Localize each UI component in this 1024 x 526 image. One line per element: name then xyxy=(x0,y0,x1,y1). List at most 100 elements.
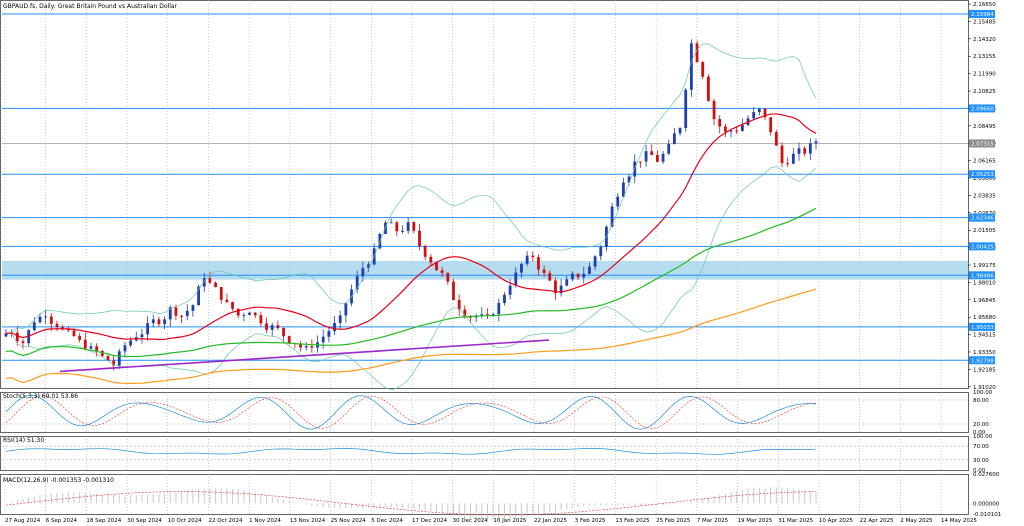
candle-body xyxy=(123,345,127,352)
candle-body xyxy=(571,273,574,280)
price-tag-label: 1.95033 xyxy=(971,325,994,331)
candle-body xyxy=(769,117,773,133)
price-tag-label: 1.92798 xyxy=(971,358,994,364)
candle-body xyxy=(32,322,36,331)
candle-body xyxy=(248,312,251,315)
price-tick-label: 1.94515 xyxy=(973,333,996,339)
candle-body xyxy=(15,332,19,342)
candle-body xyxy=(231,302,234,309)
candle-body xyxy=(265,323,268,330)
candle-body xyxy=(599,246,603,257)
indicator-tick-label: 100.00 xyxy=(973,434,993,440)
macd-title: MACD(12,26,9) -0.001353 -0.001310 xyxy=(3,477,114,484)
candle-body xyxy=(701,62,705,77)
candle-body xyxy=(514,272,518,286)
indicator-tick-label: 20.00 xyxy=(973,422,989,428)
price-tick-label: 2.14320 xyxy=(973,37,996,43)
price-tag-label: 2.07315 xyxy=(971,141,994,147)
candle-body xyxy=(780,145,784,164)
candle-body xyxy=(304,346,308,348)
time-tick-label: 2 May 2025 xyxy=(900,518,933,524)
candle-body xyxy=(282,328,285,337)
candle-body xyxy=(395,222,399,232)
candle-body xyxy=(219,287,223,300)
candle-body xyxy=(270,325,274,330)
price-tick-label: 2.01505 xyxy=(973,228,996,234)
candle-body xyxy=(786,163,790,165)
candle-body xyxy=(66,329,70,331)
chart-window[interactable]: 2.16650 2.15485 2.14320 2.13155 2.11990 2.108… xyxy=(0,0,1024,526)
candle-body xyxy=(83,339,87,349)
candle-body xyxy=(49,316,53,324)
time-tick-label: 1 Nov 2024 xyxy=(249,518,281,524)
candle-body xyxy=(185,310,189,316)
time-tick-label: 7 Mar 2025 xyxy=(697,518,729,524)
candle-body xyxy=(412,222,416,231)
price-tick-label: 2.10825 xyxy=(973,89,996,95)
time-tick-label: 10 Apr 2025 xyxy=(819,518,854,524)
price-tick-label: 2.13155 xyxy=(973,54,996,60)
chart-canvas[interactable]: 2.16650 2.15485 2.14320 2.13155 2.11990 2.108… xyxy=(0,0,1024,526)
indicator-tick-label: 100.00 xyxy=(973,390,993,396)
candle-body xyxy=(650,151,654,156)
candle-body xyxy=(242,314,246,316)
candle-body xyxy=(542,269,546,273)
price-tick-label: 1.99175 xyxy=(973,263,996,269)
candle-body xyxy=(706,76,710,101)
candle-body xyxy=(661,153,665,162)
time-tick-label: 25 Nov 2024 xyxy=(331,518,367,524)
candle-body xyxy=(95,346,99,351)
candle-body xyxy=(718,119,722,127)
candle-body xyxy=(327,331,331,337)
candle-body xyxy=(423,245,427,257)
candle-body xyxy=(644,151,648,162)
price-tag-label: 2.05253 xyxy=(971,172,994,178)
rsi-title: RSI(14) 51.30 xyxy=(3,437,44,444)
time-tick-label: 19 Mar 2025 xyxy=(738,518,773,524)
price-tick-label: 2.16650 xyxy=(973,2,996,8)
price-tick-label: 2.11990 xyxy=(973,72,996,78)
price-tag-label: 2.00425 xyxy=(971,244,994,250)
time-tick-label: 6 Sep 2024 xyxy=(46,518,78,524)
candle-body xyxy=(752,112,756,119)
price-tick-label: 2.08495 xyxy=(973,124,996,130)
candle-body xyxy=(225,299,229,303)
candle-body xyxy=(440,270,444,273)
candle-body xyxy=(401,230,404,232)
candle-body xyxy=(389,222,393,224)
candle-body xyxy=(38,316,42,323)
candle-body xyxy=(21,341,25,344)
candle-body xyxy=(72,330,76,336)
candle-body xyxy=(180,315,183,317)
candle-body xyxy=(616,196,620,207)
candle-body xyxy=(344,303,348,316)
time-tick-label: 22 Oct 2024 xyxy=(208,518,243,524)
candle-body xyxy=(525,255,529,264)
candle-body xyxy=(503,294,506,303)
candle-body xyxy=(684,89,688,129)
indicator-tick-label: 30.00 xyxy=(973,458,989,464)
candle-body xyxy=(287,336,291,343)
time-tick-label: 10 Oct 2024 xyxy=(168,518,203,524)
candle-body xyxy=(429,256,433,263)
candle-body xyxy=(208,278,212,283)
price-tick-label: 1.93350 xyxy=(973,350,996,356)
candle-body xyxy=(548,272,552,281)
candle-body xyxy=(457,299,461,310)
time-tick-label: 14 May 2025 xyxy=(941,518,977,524)
indicator-tick-label: 70.00 xyxy=(973,444,989,450)
candle-body xyxy=(117,351,121,366)
candle-body xyxy=(214,282,217,288)
candle-body xyxy=(723,126,727,132)
price-tag-label: 2.15984 xyxy=(971,12,994,18)
candle-body xyxy=(655,155,659,162)
time-tick-label: 25 Feb 2025 xyxy=(656,518,691,524)
candle-body xyxy=(531,255,535,258)
macd-tick-label: -0.010101 xyxy=(973,512,1001,518)
candle-body xyxy=(774,132,778,146)
candle-body xyxy=(695,43,699,63)
macd-tick-label: 0.000000 xyxy=(973,501,1000,507)
time-tick-label: 22 Jan 2025 xyxy=(534,518,567,524)
candle-body xyxy=(236,308,240,316)
candle-body xyxy=(446,272,450,282)
